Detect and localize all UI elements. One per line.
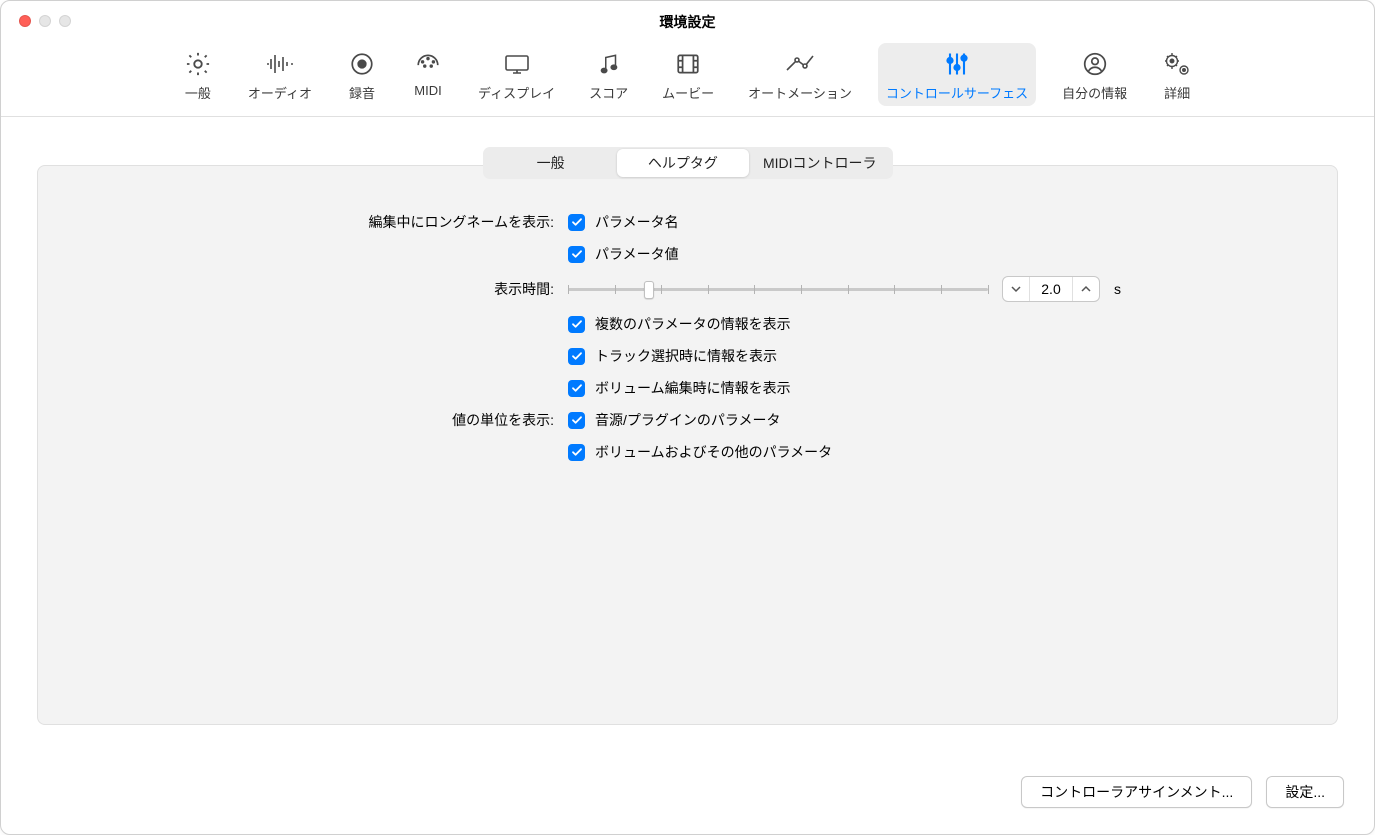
- display-icon: [502, 49, 532, 79]
- toolbar-label: オートメーション: [748, 83, 852, 102]
- check-param-value-row: パラメータ値: [568, 244, 1297, 264]
- toolbar-label: 一般: [185, 83, 211, 102]
- check-label: ボリューム編集時に情報を表示: [595, 378, 791, 398]
- check-multi-param-row: 複数のパラメータの情報を表示: [568, 314, 1297, 334]
- setup-button[interactable]: 設定...: [1266, 776, 1344, 808]
- titlebar: 環境設定: [1, 1, 1374, 37]
- check-label: トラック選択時に情報を表示: [595, 346, 777, 366]
- record-icon: [347, 49, 377, 79]
- midi-icon: [413, 49, 443, 79]
- check-label: 音源/プラグインのパラメータ: [595, 410, 780, 430]
- subtab-helptags[interactable]: ヘルプタグ: [617, 149, 749, 177]
- toolbar-item-display[interactable]: ディスプレイ: [470, 43, 563, 106]
- film-icon: [673, 49, 703, 79]
- preferences-window: 環境設定 一般 オーディオ 録音 MIDI: [0, 0, 1375, 835]
- toolbar-label: ディスプレイ: [478, 83, 555, 102]
- body-area: 一般 ヘルプタグ MIDIコントローラ 編集中にロングネームを表示: パラメータ…: [1, 117, 1374, 725]
- toolbar-label: 詳細: [1164, 83, 1190, 102]
- sub-tabs: 一般 ヘルプタグ MIDIコントローラ: [483, 147, 893, 179]
- check-track-select-row: トラック選択時に情報を表示: [568, 346, 1297, 366]
- checkbox-instr-plugin[interactable]: [568, 412, 585, 429]
- footer-buttons: コントローラアサインメント... 設定...: [1021, 776, 1344, 808]
- check-label: パラメータ値: [595, 244, 679, 264]
- toolbar-item-score[interactable]: スコア: [581, 43, 636, 106]
- toolbar-item-automation[interactable]: オートメーション: [740, 43, 860, 106]
- check-label: ボリュームおよびその他のパラメータ: [595, 442, 832, 462]
- toolbar-item-advanced[interactable]: 詳細: [1153, 43, 1201, 106]
- checkbox-volume-edit[interactable]: [568, 380, 585, 397]
- person-circle-icon: [1080, 49, 1110, 79]
- check-label: 複数のパラメータの情報を表示: [595, 314, 791, 334]
- toolbar-item-midi[interactable]: MIDI: [404, 43, 452, 102]
- waveform-icon: [265, 49, 295, 79]
- duration-unit: s: [1114, 281, 1121, 297]
- close-button[interactable]: [19, 15, 31, 27]
- subtab-general[interactable]: 一般: [485, 149, 617, 177]
- check-param-name-row: パラメータ名: [568, 212, 1297, 232]
- toolbar-item-movie[interactable]: ムービー: [654, 43, 722, 106]
- checkbox-param-value[interactable]: [568, 246, 585, 263]
- gears-icon: [1162, 49, 1192, 79]
- gear-icon: [183, 49, 213, 79]
- stepper-up[interactable]: [1073, 277, 1099, 301]
- toolbar-label: ムービー: [662, 83, 714, 102]
- zoom-button[interactable]: [59, 15, 71, 27]
- music-note-icon: [594, 49, 624, 79]
- duration-row: 2.0 s: [568, 276, 1297, 302]
- duration-value[interactable]: 2.0: [1029, 277, 1073, 301]
- toolbar-item-control-surfaces[interactable]: コントロールサーフェス: [878, 43, 1036, 106]
- longname-label: 編集中にロングネームを表示:: [78, 212, 558, 232]
- check-volume-other-row: ボリュームおよびその他のパラメータ: [568, 442, 1297, 462]
- toolbar-label: スコア: [589, 83, 628, 102]
- toolbar-item-record[interactable]: 録音: [338, 43, 386, 106]
- subtab-midicontroller[interactable]: MIDIコントローラ: [749, 149, 891, 177]
- toolbar-label: 録音: [349, 83, 375, 102]
- toolbar-label: オーディオ: [248, 83, 312, 102]
- toolbar-item-audio[interactable]: オーディオ: [240, 43, 320, 106]
- duration-label: 表示時間:: [78, 279, 558, 299]
- toolbar-label: MIDI: [414, 83, 441, 98]
- check-instr-plugin-row: 音源/プラグインのパラメータ: [568, 410, 1297, 430]
- automation-icon: [785, 49, 815, 79]
- check-volume-edit-row: ボリューム編集時に情報を表示: [568, 378, 1297, 398]
- window-controls: [19, 15, 71, 27]
- controller-assignments-button[interactable]: コントローラアサインメント...: [1021, 776, 1252, 808]
- checkbox-volume-other[interactable]: [568, 444, 585, 461]
- checkbox-track-select[interactable]: [568, 348, 585, 365]
- toolbar-label: 自分の情報: [1062, 83, 1127, 102]
- unit-label: 値の単位を表示:: [78, 410, 558, 430]
- minimize-button[interactable]: [39, 15, 51, 27]
- window-title: 環境設定: [660, 12, 716, 32]
- settings-panel: 編集中にロングネームを表示: パラメータ名 パラメータ値 表示時間:: [37, 165, 1338, 725]
- toolbar-label: コントロールサーフェス: [886, 83, 1028, 102]
- toolbar-item-myinfo[interactable]: 自分の情報: [1054, 43, 1135, 106]
- toolbar-item-general[interactable]: 一般: [174, 43, 222, 106]
- duration-stepper: 2.0: [1002, 276, 1100, 302]
- stepper-down[interactable]: [1003, 277, 1029, 301]
- checkbox-multi-param[interactable]: [568, 316, 585, 333]
- sliders-icon: [942, 49, 972, 79]
- check-label: パラメータ名: [595, 212, 679, 232]
- duration-slider[interactable]: [568, 279, 988, 299]
- preferences-toolbar: 一般 オーディオ 録音 MIDI ディスプレイ: [1, 37, 1374, 117]
- checkbox-param-name[interactable]: [568, 214, 585, 231]
- settings-form: 編集中にロングネームを表示: パラメータ名 パラメータ値 表示時間:: [78, 212, 1297, 462]
